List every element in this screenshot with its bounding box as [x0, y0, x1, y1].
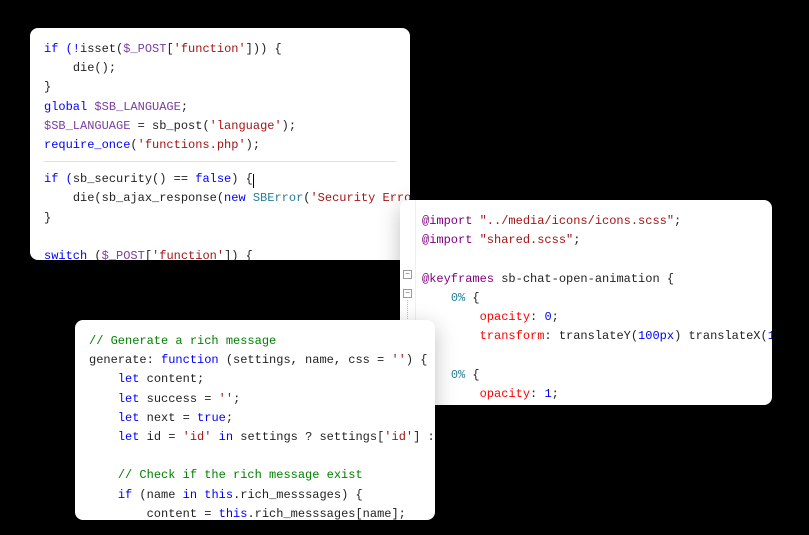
code-card-js: // Generate a rich message generate: fun… — [75, 320, 435, 520]
text-cursor — [253, 174, 254, 188]
fold-marker-icon[interactable]: − — [403, 289, 412, 298]
php-code-2: if (sb_security() == false) { die(sb_aja… — [44, 170, 396, 260]
js-code: // Generate a rich message generate: fun… — [89, 332, 421, 520]
code-card-scss: − − @import "../media/icons/icons.scss";… — [400, 200, 772, 405]
scss-code: @import "../media/icons/icons.scss"; @im… — [422, 212, 758, 404]
separator — [44, 161, 396, 162]
code-card-php: if (!isset($_POST['function'])) { die();… — [30, 28, 410, 260]
fold-marker-icon[interactable]: − — [403, 270, 412, 279]
php-code: if (!isset($_POST['function'])) { die();… — [44, 40, 396, 155]
